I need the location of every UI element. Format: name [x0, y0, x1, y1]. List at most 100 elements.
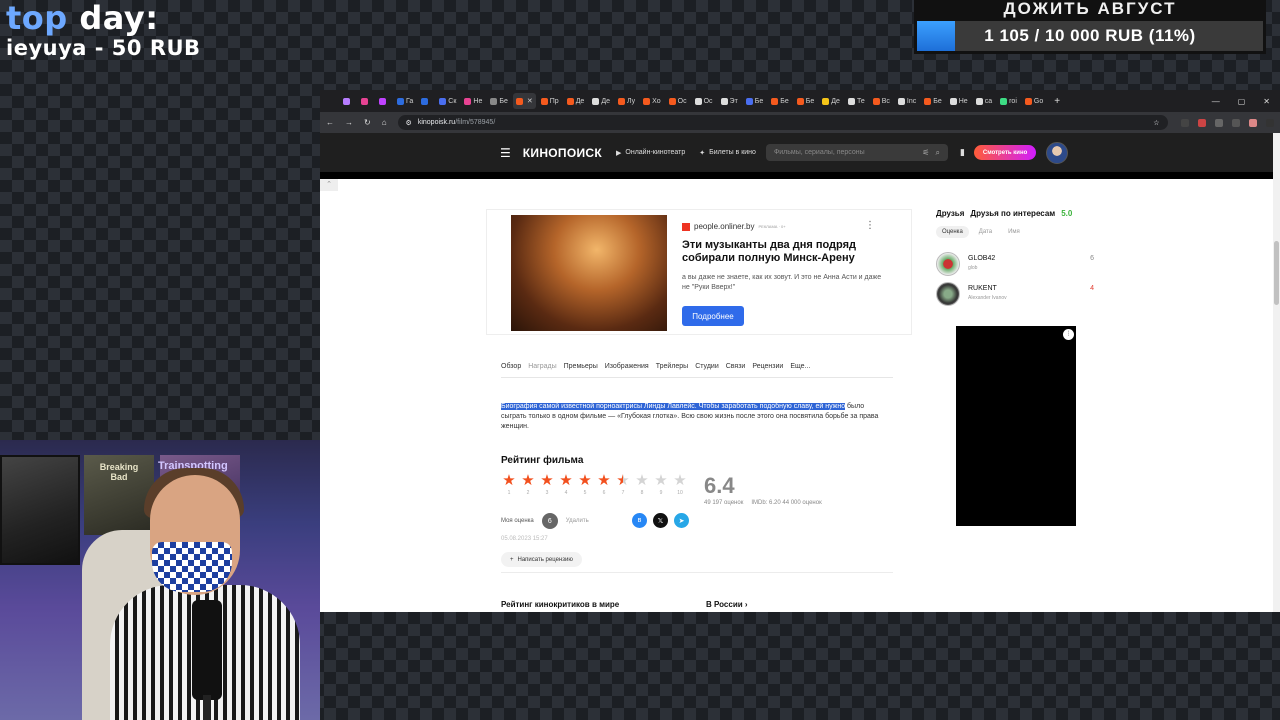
tab-images[interactable]: Изображения [605, 363, 649, 370]
rating-star[interactable]: ★ 9 [653, 473, 669, 496]
browser-tab[interactable]: Бе [743, 93, 767, 109]
nav-online-cinema[interactable]: ▶ Онлайн-кинотеатр [616, 149, 685, 157]
browser-tab[interactable] [358, 93, 374, 109]
reload-icon[interactable]: ↻ [364, 118, 371, 127]
profile-icon[interactable] [1249, 118, 1257, 127]
x-icon[interactable]: 𝕏 [653, 513, 668, 528]
puzzle-icon[interactable] [1215, 118, 1223, 127]
friend-item[interactable]: GLOB42 glob 6 [936, 252, 1094, 276]
sidebar-icon[interactable] [1232, 118, 1240, 127]
nav-tickets[interactable]: ✦ Билеты в кино [699, 149, 756, 157]
write-review-button[interactable]: + Написать рецензию [501, 552, 582, 567]
filter-icon[interactable]: ⚟ [922, 148, 929, 158]
browser-tab[interactable]: Inc [895, 93, 919, 109]
browser-tab[interactable]: са [973, 93, 995, 109]
rating-star[interactable]: ★ 5 [577, 473, 593, 496]
search-icon[interactable]: ⌕ [935, 148, 939, 158]
browser-tab[interactable]: Вс [870, 93, 893, 109]
tab-studios[interactable]: Студии [695, 363, 719, 370]
video-ad[interactable]: ⋮ [956, 326, 1076, 526]
browser-tab[interactable]: ✕ [512, 93, 536, 109]
maximize-icon[interactable]: ▢ [1238, 97, 1246, 106]
browser-tab[interactable]: roi [997, 93, 1020, 109]
rating-star[interactable]: ★ 4 [558, 473, 574, 496]
browser-tab[interactable]: Де [564, 93, 588, 109]
more-options-icon[interactable]: ⋮ [1063, 329, 1074, 340]
url-input[interactable]: ⚙ kinopoisk.ru/film/578945/ ☆ [397, 115, 1168, 130]
ad-headline[interactable]: Эти музыканты два дня подряд собирали по… [682, 239, 882, 265]
friends-by-interests[interactable]: Друзья по интересам [970, 209, 1055, 218]
extension-icon[interactable] [1181, 118, 1189, 127]
menu-icon[interactable] [1266, 118, 1274, 127]
friend-item[interactable]: RUKENT Alexander Ivanov 4 [936, 282, 1094, 306]
tab-reviews[interactable]: Рецензии [752, 363, 783, 370]
rating-star[interactable]: ★ 3 [539, 473, 555, 496]
tab-more[interactable]: Еще... [790, 363, 810, 370]
browser-tab[interactable] [418, 93, 434, 109]
hamburger-icon[interactable]: ☰ [500, 146, 511, 160]
search-input[interactable]: Фильмы, сериалы, персоны ⚟ ⌕ [765, 144, 948, 161]
page-scrollbar[interactable] [1273, 133, 1280, 612]
back-icon[interactable]: ← [326, 118, 334, 127]
site-info-icon[interactable]: ⚙ [406, 119, 412, 127]
home-icon[interactable]: ⌂ [382, 118, 387, 127]
sort-by-rating[interactable]: Оценка [936, 226, 969, 238]
rating-star[interactable]: ★ 10 [672, 473, 688, 496]
new-tab-button[interactable]: + [1054, 96, 1060, 107]
browser-tab[interactable]: Бе [487, 93, 511, 109]
browser-tab[interactable]: Те [845, 93, 868, 109]
browser-tab[interactable]: Не [461, 93, 485, 109]
browser-tab[interactable]: Ос [666, 93, 690, 109]
browser-tab[interactable] [376, 93, 392, 109]
close-icon[interactable]: ✕ [1263, 97, 1270, 106]
ad-image[interactable] [511, 215, 667, 331]
browser-tab[interactable]: Де [819, 93, 843, 109]
rating-star[interactable]: ★ 2 [520, 473, 536, 496]
ad-card[interactable]: people.onliner.by РЕКЛАМА · 0+ ⋮ Эти муз… [486, 209, 912, 335]
browser-tab[interactable]: Бе [921, 93, 945, 109]
browser-tab[interactable]: Ск [436, 93, 459, 109]
browser-tab[interactable]: Лу [615, 93, 638, 109]
vk-icon[interactable]: в [632, 513, 647, 528]
close-tab-icon[interactable]: ✕ [527, 97, 533, 105]
bookmark-star-icon[interactable]: ☆ [1153, 119, 1159, 127]
browser-tab[interactable]: Бе [794, 93, 818, 109]
forward-icon[interactable]: → [345, 118, 353, 127]
browser-tab[interactable]: Га [394, 93, 416, 109]
rating-star[interactable]: ★ 7 [615, 473, 631, 496]
rating-star[interactable]: ★ 1 [501, 473, 517, 496]
browser-tab[interactable]: Не [947, 93, 971, 109]
browser-tab[interactable]: Пр [538, 93, 562, 109]
rating-star[interactable]: ★ 6 [596, 473, 612, 496]
browser-tab[interactable]: Go [1022, 93, 1046, 109]
browser-tab[interactable]: Де [589, 93, 613, 109]
telegram-icon[interactable]: ➤ [674, 513, 689, 528]
watch-button[interactable]: Смотреть кино [973, 145, 1037, 160]
kinopoisk-logo[interactable]: КИНОПОИСК [523, 146, 602, 160]
friends-title[interactable]: Друзья [936, 209, 964, 218]
delete-rating-button[interactable]: Удалить [566, 518, 589, 524]
rating-star[interactable]: ★ 8 [634, 473, 650, 496]
minimize-icon[interactable]: — [1212, 97, 1220, 106]
sort-by-date[interactable]: Дата [973, 226, 998, 238]
browser-tab[interactable]: Бе [768, 93, 792, 109]
sort-by-name[interactable]: Имя [1002, 226, 1026, 238]
user-avatar[interactable] [1046, 141, 1069, 164]
rating-stars[interactable]: ★ 1 ★ 2 ★ 3 ★ 4 ★ 5 ★ 6 ★ 7 ★ 8 ★ 9 ★ 10 [501, 473, 688, 496]
browser-tab[interactable]: Хо [640, 93, 663, 109]
critics-russia-link[interactable]: В России › [706, 600, 748, 609]
scrollbar-thumb[interactable] [1274, 241, 1279, 305]
extension-icon[interactable] [1198, 118, 1206, 127]
tab-links[interactable]: Связи [726, 363, 746, 370]
more-options-icon[interactable]: ⋮ [865, 220, 875, 231]
bookmark-icon[interactable]: ▮ [960, 147, 965, 158]
tab-awards[interactable]: Награды [528, 363, 556, 370]
scroll-up-icon[interactable]: ⌃ [320, 179, 338, 191]
ad-more-button[interactable]: Подробнее [682, 306, 744, 326]
browser-tab[interactable]: Эт [718, 93, 741, 109]
tab-overview[interactable]: Обзор [501, 363, 521, 370]
browser-tab[interactable] [340, 93, 356, 109]
tab-premieres[interactable]: Премьеры [564, 363, 598, 370]
browser-tab[interactable]: Ос [692, 93, 716, 109]
tab-trailers[interactable]: Трейлеры [656, 363, 688, 370]
